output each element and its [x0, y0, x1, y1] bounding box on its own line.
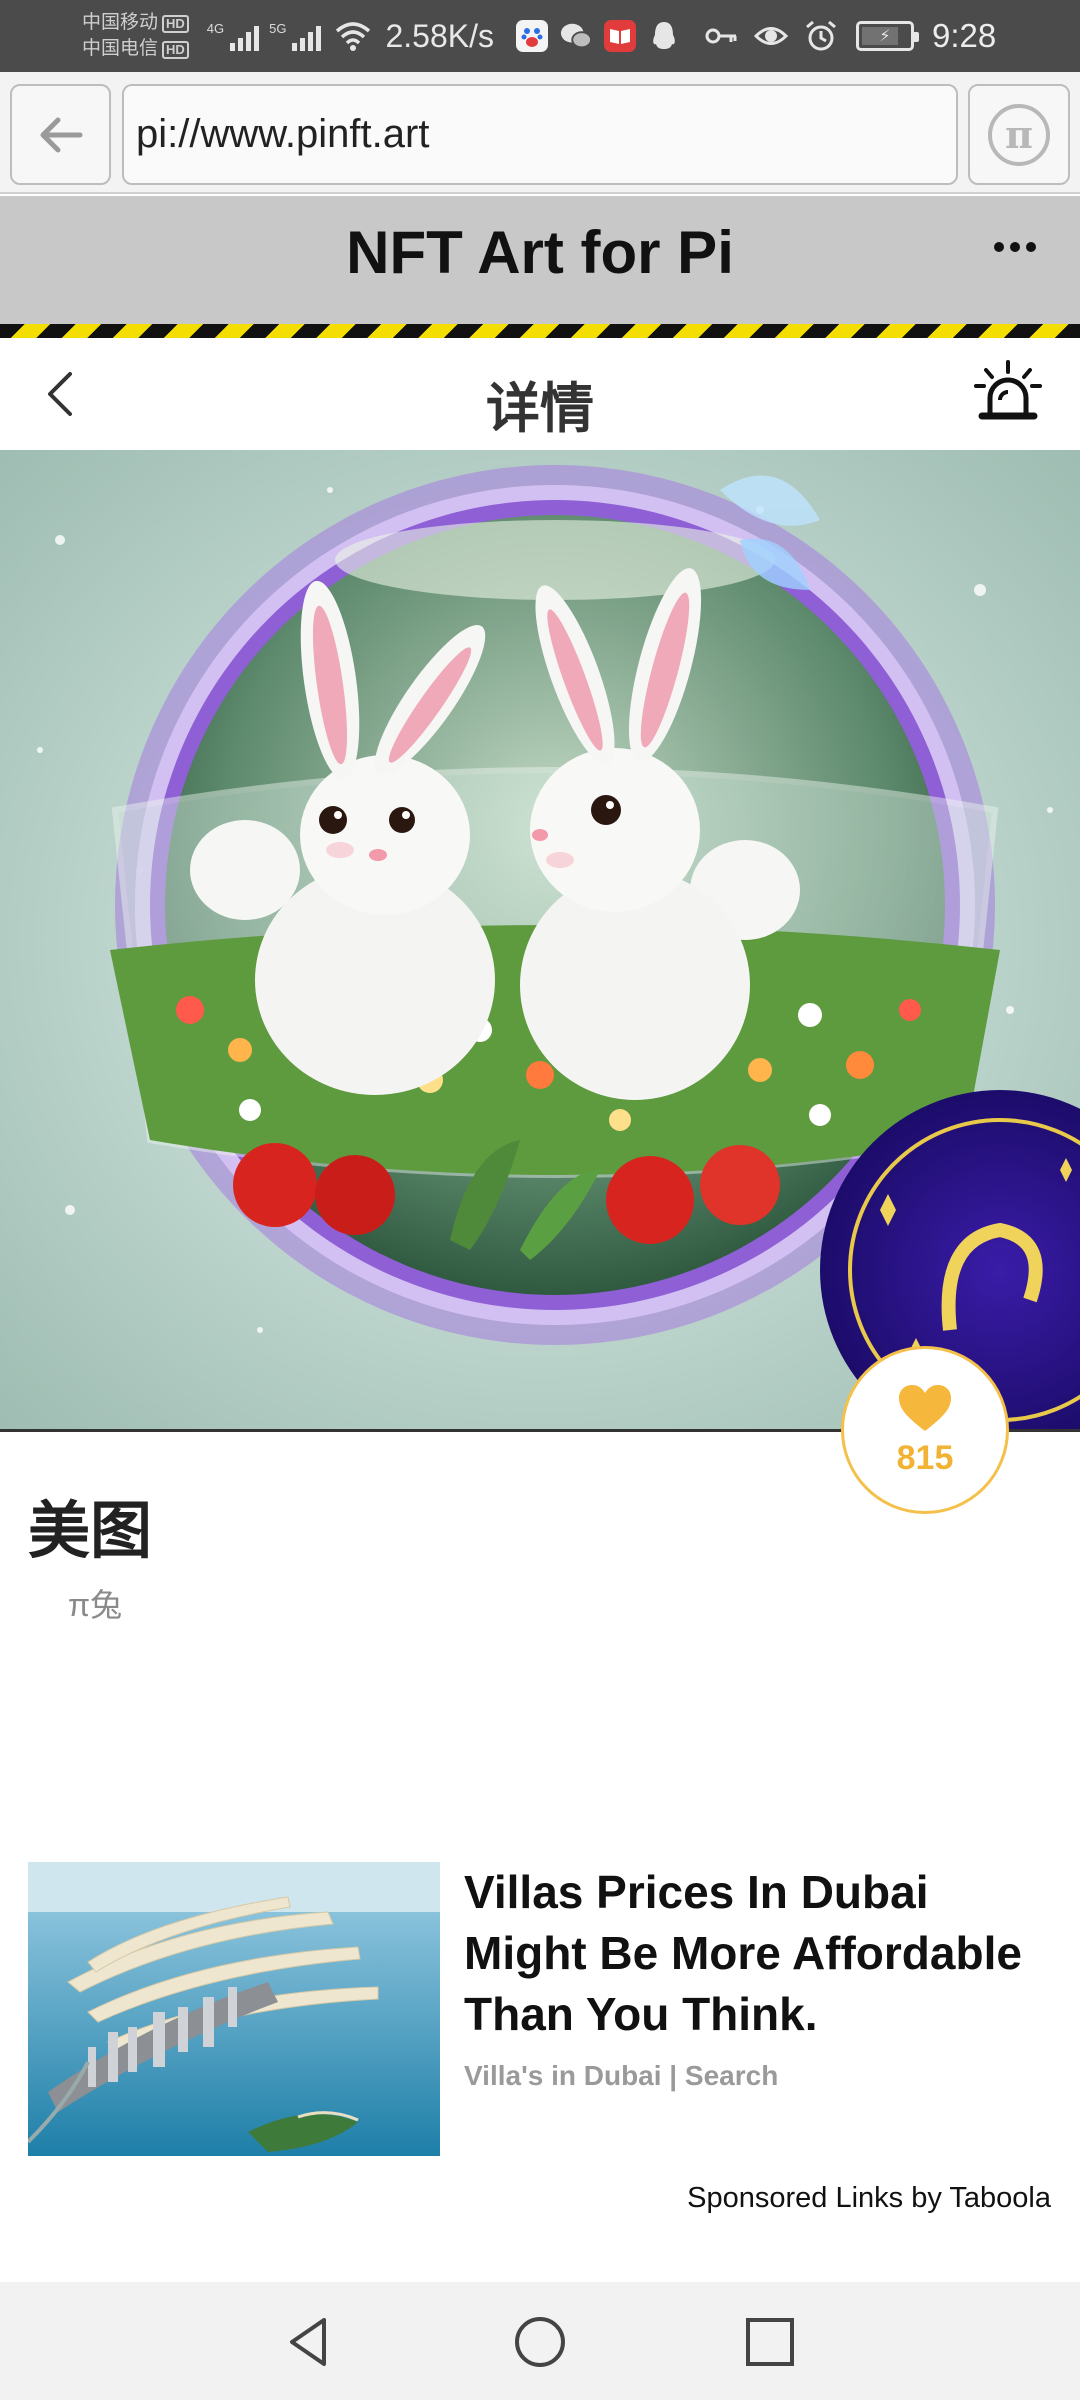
- url-input[interactable]: pi://www.pinft.art: [122, 84, 958, 185]
- nav-home-icon[interactable]: [512, 2314, 568, 2370]
- like-count: 815: [896, 1438, 954, 1477]
- artwork-illustration: [0, 450, 1080, 1429]
- system-nav-bar: [0, 2282, 1080, 2400]
- alarm-clock-icon: [806, 20, 836, 51]
- key-icon: [705, 28, 737, 44]
- dubai-palm-aerial-image: [28, 1862, 440, 2156]
- app-header: NFT Art for Pi: [0, 196, 1080, 324]
- artwork-author[interactable]: π兔: [68, 1580, 122, 1626]
- carrier-1: 中国移动: [82, 12, 159, 33]
- signal-bars-icon: [230, 25, 260, 51]
- sponsored-links-label[interactable]: Sponsored Links by Taboola: [687, 2182, 1051, 2215]
- browser-toolbar: pi://www.pinft.art π: [0, 72, 1080, 194]
- detail-title: 详情: [486, 379, 594, 439]
- system-icons: [704, 19, 838, 53]
- network-speed: 2.58K/s: [385, 17, 494, 54]
- status-bar: 中国移动 HD 中国电信 HD 4G 5G 2.58K/s ⚡ 9:28: [0, 0, 1080, 72]
- browser-back-button[interactable]: [10, 84, 111, 185]
- reader-icon: [604, 20, 636, 52]
- signal-5g: 5G: [269, 21, 322, 51]
- ad-headline[interactable]: Villas Prices In Dubai Might Be More Aff…: [464, 1862, 1054, 2045]
- carrier-info: 中国移动 HD 中国电信 HD: [82, 10, 189, 62]
- network-5g-label: 5G: [269, 21, 287, 36]
- carrier-2: 中国电信: [82, 38, 159, 59]
- alarm-light-icon[interactable]: [972, 356, 1044, 428]
- nft-artwork-image[interactable]: [0, 450, 1080, 1432]
- pi-wallet-button[interactable]: π: [968, 84, 1070, 185]
- battery-icon: ⚡: [856, 21, 919, 51]
- heart-icon: [899, 1384, 951, 1431]
- arrow-left-icon: [40, 117, 82, 152]
- signal-4g: 4G: [206, 21, 260, 51]
- wechat-icon: [560, 20, 592, 52]
- hazard-stripe-divider: [0, 324, 1080, 338]
- artwork-title: 美图: [28, 1497, 153, 1566]
- app-title: NFT Art for Pi: [346, 219, 734, 286]
- clock: 9:28: [932, 17, 997, 54]
- wifi-icon: [336, 22, 371, 51]
- notification-icons: [516, 20, 680, 52]
- signal-bars-icon: [292, 25, 322, 51]
- hd-badge: HD: [162, 15, 189, 33]
- detail-header: 详情: [0, 338, 1080, 450]
- url-text: pi://www.pinft.art: [136, 112, 430, 156]
- nav-recents-icon[interactable]: [742, 2314, 798, 2370]
- nav-back-icon[interactable]: [282, 2314, 338, 2370]
- eye-icon: [754, 27, 788, 45]
- pi-logo-icon: π: [988, 103, 1050, 166]
- hd-badge: HD: [162, 41, 189, 59]
- like-button[interactable]: 815: [841, 1346, 1009, 1514]
- more-dots-icon[interactable]: [994, 242, 1036, 252]
- ad-source[interactable]: Villa's in Dubai | Search: [464, 2060, 778, 2092]
- ad-image[interactable]: [28, 1862, 440, 2156]
- qq-icon: [648, 20, 680, 52]
- baidu-icon: [516, 20, 548, 52]
- sponsored-ad[interactable]: Villas Prices In Dubai Might Be More Aff…: [28, 1862, 1052, 2156]
- network-4g-label: 4G: [206, 21, 225, 36]
